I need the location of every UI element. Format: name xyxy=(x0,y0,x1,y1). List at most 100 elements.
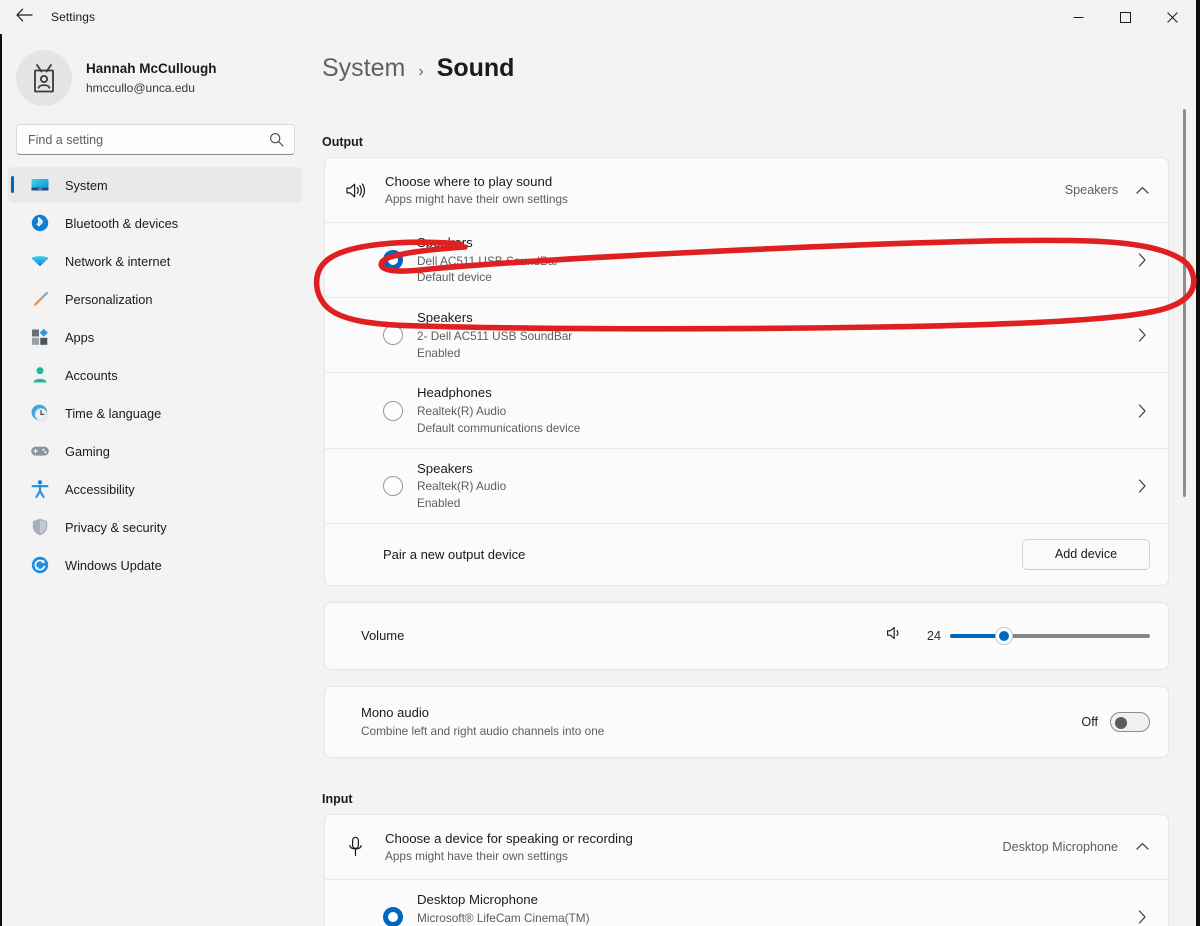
choose-input-subtitle: Apps might have their own settings xyxy=(385,848,1002,865)
sidebar-item-label: Bluetooth & devices xyxy=(65,216,178,231)
sidebar-item-bluetooth-devices[interactable]: Bluetooth & devices xyxy=(8,205,302,241)
sidebar-item-privacy-security[interactable]: Privacy & security xyxy=(8,509,302,545)
sidebar-item-windows-update[interactable]: Windows Update xyxy=(8,547,302,583)
accessibility-icon xyxy=(30,479,50,499)
chevron-right-icon[interactable] xyxy=(1134,328,1150,342)
output-device-row[interactable]: Speakers Dell AC511 USB SoundBar Default… xyxy=(325,222,1168,297)
sidebar-item-accessibility[interactable]: Accessibility xyxy=(8,471,302,507)
volume-card: Volume 24 xyxy=(324,602,1169,670)
input-device-row[interactable]: Desktop Microphone Microsoft® LifeCam Ci… xyxy=(325,879,1168,926)
slider-thumb[interactable] xyxy=(995,627,1013,645)
sidebar-item-network-internet[interactable]: Network & internet xyxy=(8,243,302,279)
wifi-icon xyxy=(30,251,50,271)
gamepad-icon xyxy=(30,441,50,461)
sidebar-item-label: Accessibility xyxy=(65,482,135,497)
chevron-right-icon[interactable] xyxy=(1134,479,1150,493)
minimize-button[interactable] xyxy=(1055,0,1102,34)
mono-audio-subtitle: Combine left and right audio channels in… xyxy=(361,723,1081,741)
sidebar-nav: System Bluetooth & devices xyxy=(2,167,308,583)
sidebar-item-personalization[interactable]: Personalization xyxy=(8,281,302,317)
volume-label: Volume xyxy=(343,628,886,643)
back-button[interactable] xyxy=(4,1,44,33)
choose-input-value: Desktop Microphone xyxy=(1002,840,1118,854)
sidebar-item-system[interactable]: System xyxy=(8,167,302,203)
speaker-icon[interactable] xyxy=(886,625,903,646)
profile-email: hmccullo@unca.edu xyxy=(86,80,217,96)
mono-audio-card: Mono audio Combine left and right audio … xyxy=(324,686,1169,758)
avatar xyxy=(16,50,72,106)
output-devices-card: Choose where to play sound Apps might ha… xyxy=(324,157,1169,586)
choose-output-row[interactable]: Choose where to play sound Apps might ha… xyxy=(325,158,1168,222)
chevron-up-icon[interactable] xyxy=(1134,842,1150,851)
radio-button[interactable] xyxy=(383,401,403,421)
volume-slider[interactable] xyxy=(950,627,1150,645)
profile-name: Hannah McCullough xyxy=(86,60,217,78)
breadcrumb-parent[interactable]: System xyxy=(322,54,405,83)
speaker-waves-icon xyxy=(343,181,367,200)
choose-output-subtitle: Apps might have their own settings xyxy=(385,191,1065,208)
maximize-button[interactable] xyxy=(1102,0,1149,34)
device-detail: 2- Dell AC511 USB SoundBar xyxy=(417,328,1134,345)
content-area: System › Sound Output Choose where to pl… xyxy=(308,34,1196,926)
breadcrumb: System › Sound xyxy=(308,34,1196,83)
search-input[interactable] xyxy=(16,124,295,155)
content-scrollbar[interactable] xyxy=(1183,109,1186,497)
radio-button[interactable] xyxy=(383,325,403,345)
settings-window: Settings xyxy=(0,0,1200,926)
chevron-right-icon[interactable] xyxy=(1134,404,1150,418)
device-status: Default communications device xyxy=(417,420,1134,437)
back-arrow-icon xyxy=(16,8,33,27)
sidebar-item-label: Apps xyxy=(65,330,94,345)
chevron-right-icon[interactable] xyxy=(1134,910,1150,924)
sidebar-item-label: Accounts xyxy=(65,368,118,383)
device-detail: Microsoft® LifeCam Cinema(TM) xyxy=(417,910,1134,926)
device-detail: Dell AC511 USB SoundBar xyxy=(417,253,1134,270)
input-section-label: Input xyxy=(322,792,1196,806)
title-bar: Settings xyxy=(0,0,1196,34)
output-device-row[interactable]: Speakers 2- Dell AC511 USB SoundBar Enab… xyxy=(325,297,1168,372)
add-device-button[interactable]: Add device xyxy=(1022,539,1150,570)
volume-value: 24 xyxy=(915,629,941,643)
mono-audio-row: Mono audio Combine left and right audio … xyxy=(325,687,1168,757)
breadcrumb-separator-icon: › xyxy=(418,63,423,81)
page-title: Sound xyxy=(437,54,515,83)
device-name: Speakers xyxy=(417,460,1134,479)
sidebar-item-apps[interactable]: Apps xyxy=(8,319,302,355)
choose-output-value: Speakers xyxy=(1065,183,1118,197)
output-device-row[interactable]: Headphones Realtek(R) Audio Default comm… xyxy=(325,372,1168,447)
sidebar-item-label: Personalization xyxy=(65,292,153,307)
apps-grid-icon xyxy=(30,327,50,347)
sidebar-item-label: Network & internet xyxy=(65,254,170,269)
chevron-right-icon[interactable] xyxy=(1134,253,1150,267)
microphone-icon xyxy=(343,836,367,857)
input-devices-card: Choose a device for speaking or recordin… xyxy=(324,814,1169,926)
close-icon xyxy=(1167,12,1178,23)
mono-audio-title: Mono audio xyxy=(361,703,1081,723)
person-icon xyxy=(30,365,50,385)
device-name: Desktop Microphone xyxy=(417,891,1134,910)
radio-button[interactable] xyxy=(383,476,403,496)
sidebar-item-label: Privacy & security xyxy=(65,520,167,535)
monitor-icon xyxy=(30,175,50,195)
sidebar-item-accounts[interactable]: Accounts xyxy=(8,357,302,393)
sidebar-item-time-language[interactable]: Time & language xyxy=(8,395,302,431)
close-button[interactable] xyxy=(1149,0,1196,34)
mono-audio-state-label: Off xyxy=(1081,715,1098,729)
choose-input-row[interactable]: Choose a device for speaking or recordin… xyxy=(325,815,1168,879)
pair-output-device-row: Pair a new output device Add device xyxy=(325,523,1168,585)
sidebar-item-label: Windows Update xyxy=(65,558,162,573)
sidebar-item-gaming[interactable]: Gaming xyxy=(8,433,302,469)
device-name: Headphones xyxy=(417,384,1134,403)
shield-icon xyxy=(30,517,50,537)
device-status: Enabled xyxy=(417,495,1134,512)
choose-output-title: Choose where to play sound xyxy=(385,172,1065,191)
device-name: Speakers xyxy=(417,234,1134,253)
radio-button[interactable] xyxy=(383,907,403,926)
mono-audio-toggle[interactable] xyxy=(1110,712,1150,732)
user-profile[interactable]: Hannah McCullough hmccullo@unca.edu xyxy=(2,34,308,120)
output-device-row[interactable]: Speakers Realtek(R) Audio Enabled xyxy=(325,448,1168,523)
update-refresh-icon xyxy=(30,555,50,575)
radio-button[interactable] xyxy=(383,250,403,270)
chevron-up-icon[interactable] xyxy=(1134,186,1150,195)
device-name: Speakers xyxy=(417,309,1134,328)
